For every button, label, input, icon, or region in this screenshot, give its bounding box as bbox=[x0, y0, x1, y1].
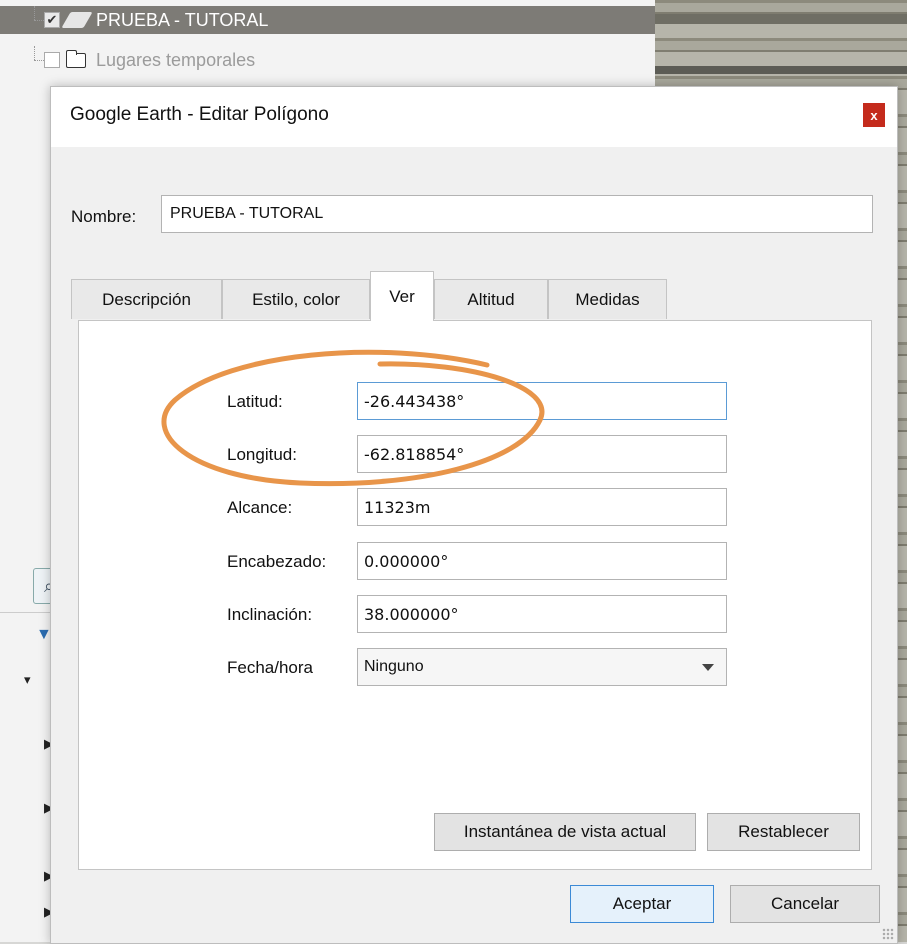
dialog-title: Google Earth - Editar Polígono bbox=[70, 104, 329, 125]
checkbox-checked-icon[interactable]: ✔ bbox=[44, 12, 60, 28]
snapshot-view-button-label: Instantánea de vista actual bbox=[463, 822, 667, 841]
ok-button[interactable]: Aceptar bbox=[570, 885, 714, 923]
tab-label: Ver bbox=[389, 286, 415, 306]
tab-estilo-color[interactable]: Estilo, color bbox=[222, 279, 370, 319]
latitude-input[interactable] bbox=[357, 382, 727, 420]
tilt-input[interactable] bbox=[357, 595, 727, 633]
heading-input[interactable] bbox=[357, 542, 727, 580]
close-button[interactable]: x bbox=[863, 103, 885, 127]
tab-label: Altitud bbox=[467, 289, 515, 309]
tab-ver[interactable]: Ver bbox=[370, 271, 434, 321]
close-icon: x bbox=[870, 107, 878, 123]
tab-label: Medidas bbox=[575, 289, 640, 309]
tab-descripcion[interactable]: Descripción bbox=[71, 279, 222, 319]
view-tab-panel: Latitud: Longitud: Alcance: Encabezado: … bbox=[78, 320, 872, 870]
name-label: Nombre: bbox=[71, 207, 137, 226]
tab-medidas[interactable]: Medidas bbox=[548, 279, 667, 319]
latitude-label: Latitud: bbox=[227, 392, 283, 411]
chevron-down-icon bbox=[702, 664, 714, 671]
folder-icon bbox=[66, 49, 86, 68]
divider bbox=[0, 612, 50, 613]
resize-grip-icon[interactable] bbox=[882, 928, 894, 940]
reset-button[interactable]: Restablecer bbox=[707, 813, 860, 851]
tree-item-lugares-temporales[interactable]: Lugares temporales bbox=[0, 46, 400, 74]
polygon-icon bbox=[61, 12, 93, 28]
edit-polygon-dialog: Google Earth - Editar Polígono x Nombre:… bbox=[50, 86, 898, 944]
snapshot-view-button[interactable]: Instantánea de vista actual bbox=[434, 813, 696, 851]
expand-arrow-icon[interactable]: ▾ bbox=[24, 672, 31, 688]
datetime-label: Fecha/hora bbox=[227, 658, 313, 677]
ok-button-label: Aceptar bbox=[612, 894, 672, 913]
tab-label: Estilo, color bbox=[252, 289, 340, 309]
dialog-titlebar[interactable]: Google Earth - Editar Polígono x bbox=[51, 87, 897, 147]
tab-altitud[interactable]: Altitud bbox=[434, 279, 548, 319]
datetime-select-value: Ninguno bbox=[364, 658, 424, 675]
cancel-button[interactable]: Cancelar bbox=[730, 885, 880, 923]
range-input[interactable] bbox=[357, 488, 727, 526]
tree-item-prueba-tutoral[interactable]: ✔ PRUEBA - TUTORAL bbox=[0, 6, 655, 34]
reset-button-label: Restablecer bbox=[738, 822, 829, 841]
datetime-select[interactable]: Ninguno bbox=[357, 648, 727, 686]
tab-label: Descripción bbox=[102, 289, 191, 309]
tree-item-label: PRUEBA - TUTORAL bbox=[96, 9, 269, 30]
tilt-label: Inclinación: bbox=[227, 605, 313, 624]
checkbox-unchecked-icon[interactable] bbox=[44, 52, 60, 68]
tree-item-label: Lugares temporales bbox=[96, 49, 256, 70]
cancel-button-label: Cancelar bbox=[770, 894, 840, 913]
name-input[interactable] bbox=[161, 195, 873, 233]
longitude-input[interactable] bbox=[357, 435, 727, 473]
range-label: Alcance: bbox=[227, 498, 293, 517]
heading-label: Encabezado: bbox=[227, 552, 327, 571]
longitude-label: Longitud: bbox=[227, 445, 297, 464]
